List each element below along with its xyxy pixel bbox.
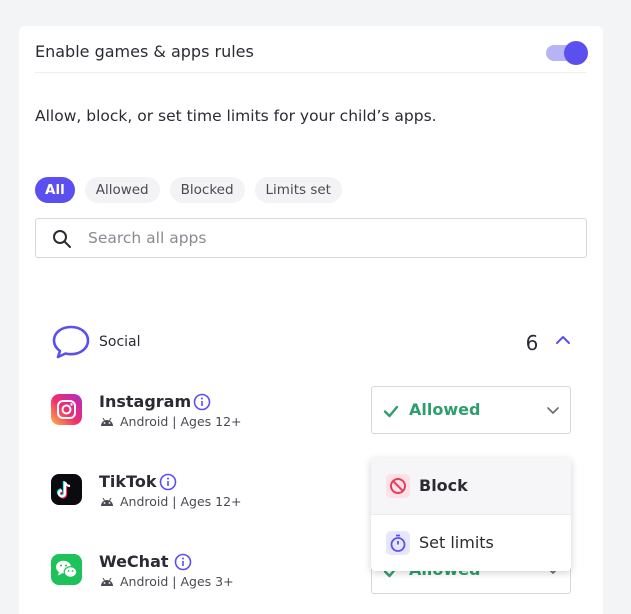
description: Allow, block, or set time limits for you… (35, 107, 437, 125)
info-icon[interactable] (193, 393, 211, 411)
enable-rules-toggle[interactable] (546, 41, 588, 65)
menu-item-label: Set limits (419, 533, 494, 552)
filter-chips: All Allowed Blocked Limits set (35, 177, 342, 203)
android-icon (101, 577, 113, 586)
tiktok-icon (51, 474, 82, 505)
status-select-instagram[interactable]: Allowed (371, 386, 571, 434)
app-meta-text: Android | Ages 3+ (120, 574, 234, 589)
menu-item-set-limits[interactable]: Set limits (371, 515, 571, 571)
app-meta-instagram: Android | Ages 12+ (100, 414, 242, 429)
android-icon (101, 497, 113, 506)
app-name-tiktok: TikTok (99, 472, 157, 491)
check-icon (383, 405, 399, 418)
filter-chip-blocked[interactable]: Blocked (169, 177, 245, 203)
search-input[interactable] (88, 219, 568, 257)
info-icon[interactable] (159, 473, 177, 491)
chat-bubble-icon (52, 325, 90, 359)
app-name-wechat: WeChat (99, 552, 169, 571)
filter-chip-all[interactable]: All (35, 177, 75, 203)
android-icon (101, 417, 113, 426)
app-meta-text: Android | Ages 12+ (120, 494, 242, 509)
app-meta-text: Android | Ages 12+ (120, 414, 242, 429)
toggle-label: Enable games & apps rules (35, 42, 254, 61)
menu-item-block[interactable]: Block (371, 458, 571, 514)
app-meta-tiktok: Android | Ages 12+ (100, 494, 242, 509)
menu-item-label: Block (419, 476, 468, 495)
status-dropdown-menu: Block Set limits (371, 458, 571, 571)
instagram-icon (51, 394, 82, 425)
block-icon (386, 474, 410, 498)
divider (35, 72, 586, 73)
stopwatch-icon (386, 531, 410, 555)
category-count: 6 (525, 331, 539, 355)
chevron-up-icon[interactable] (555, 334, 571, 346)
chevron-down-icon (547, 407, 559, 414)
app-meta-wechat: Android | Ages 3+ (100, 574, 234, 589)
info-icon[interactable] (174, 553, 192, 571)
app-name-instagram: Instagram (99, 392, 192, 411)
search-box (35, 218, 587, 258)
status-label: Allowed (409, 400, 481, 419)
category-label: Social (99, 334, 141, 350)
wechat-icon (51, 554, 82, 585)
filter-chip-allowed[interactable]: Allowed (84, 177, 160, 203)
filter-chip-limits-set[interactable]: Limits set (254, 177, 342, 203)
search-icon (53, 230, 71, 248)
